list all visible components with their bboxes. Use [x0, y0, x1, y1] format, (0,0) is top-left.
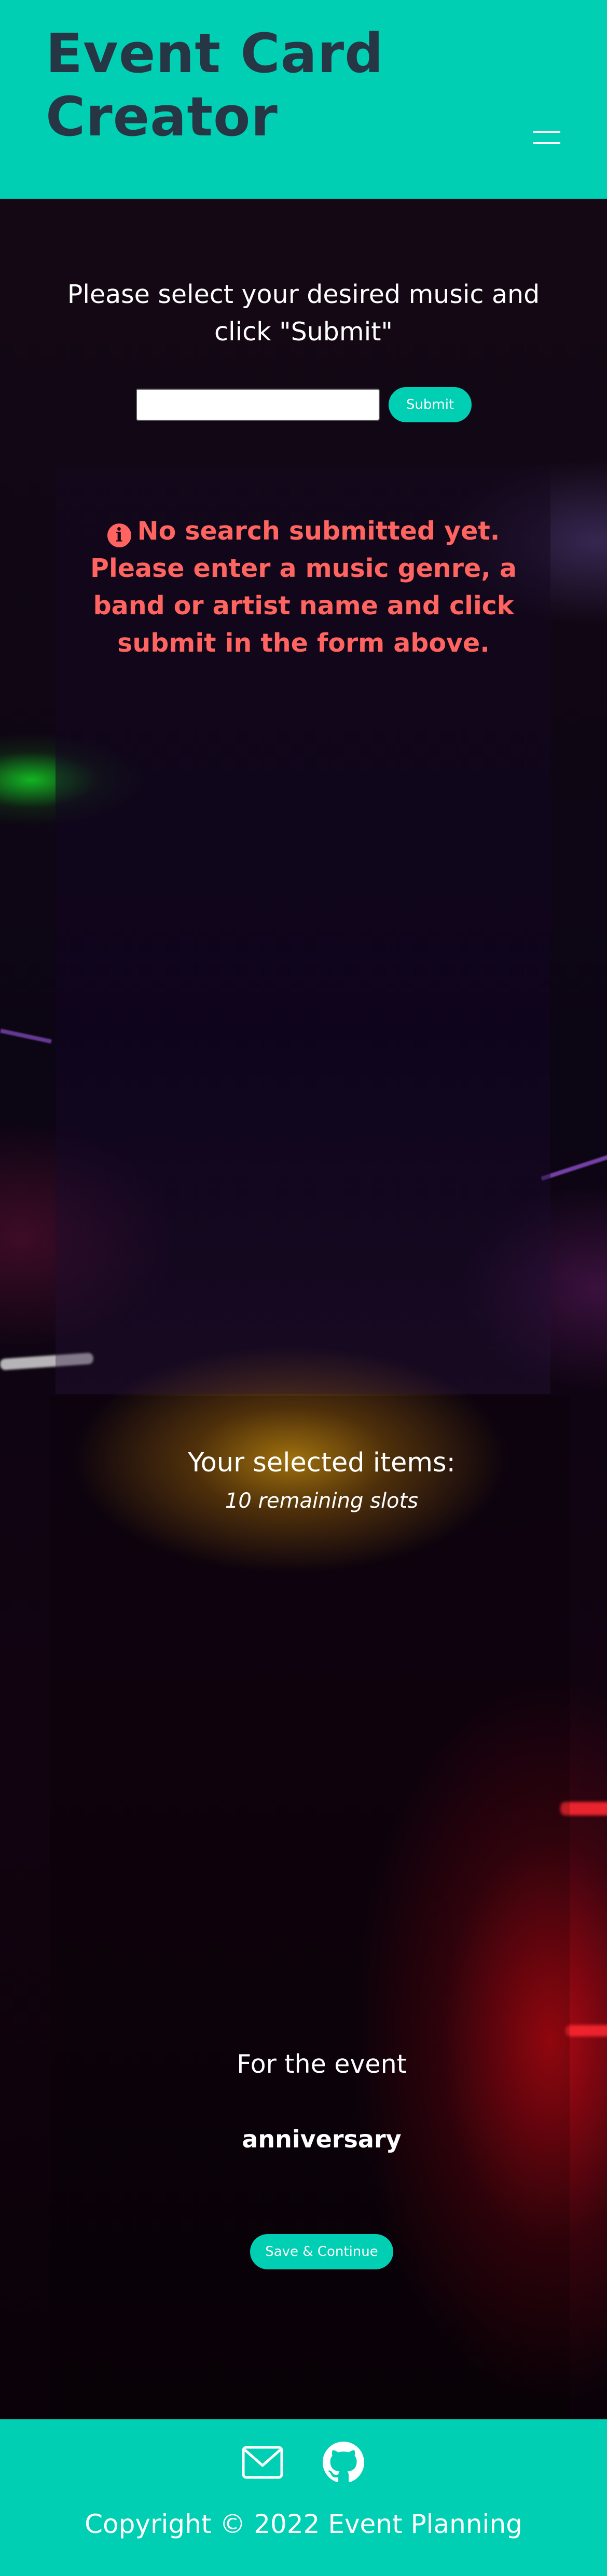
- site-footer: [0, 2419, 607, 2576]
- search-input[interactable]: [136, 389, 380, 421]
- hamburger-menu-icon[interactable]: [533, 131, 560, 146]
- submit-button[interactable]: Submit: [389, 387, 472, 422]
- site-header: Event Card Creator: [0, 0, 607, 199]
- copyright-text: Copyright © 2022 Event Planning: [85, 2509, 522, 2539]
- event-label: For the event: [237, 2049, 407, 2079]
- selected-items-title: Your selected items:: [188, 1448, 456, 1478]
- notice-text: No search submitted yet. Please enter a …: [90, 516, 517, 658]
- github-icon[interactable]: [323, 2442, 364, 2483]
- site-title: Event Card Creator: [46, 22, 384, 148]
- event-name: anniversary: [242, 2125, 402, 2153]
- info-icon: i: [107, 524, 131, 547]
- mail-icon[interactable]: [242, 2446, 283, 2479]
- no-search-notice: i No search submitted yet. Please enter a…: [83, 513, 524, 662]
- save-continue-button[interactable]: Save & Continue: [250, 2234, 393, 2269]
- search-prompt: Please select your desired music and cli…: [67, 280, 540, 347]
- remaining-slots: 10 remaining slots: [225, 1489, 419, 1513]
